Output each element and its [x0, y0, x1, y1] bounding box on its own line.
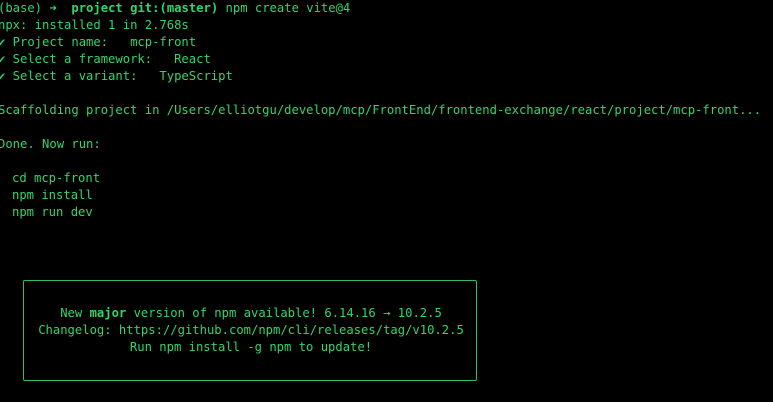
git-label: git:(: [130, 1, 167, 15]
changelog-link[interactable]: https://github.com/npm/cli/releases/tag/…: [119, 323, 464, 337]
npm-update-notice: New major version of npm available! 6.14…: [23, 280, 477, 381]
command-text: npm create vite@4: [225, 1, 351, 15]
notice-text: to update!: [291, 340, 373, 354]
notice-text: Run: [129, 340, 160, 354]
notice-changelog-line: Changelog: https://github.com/npm/cli/re…: [24, 322, 478, 339]
old-version: 6.14.16: [324, 306, 376, 320]
project-name-line: ✔ Project name: mcp-front: [0, 35, 197, 49]
new-version: 10.2.5: [397, 306, 442, 320]
git-close: ): [210, 1, 219, 15]
notice-major: major: [89, 306, 127, 320]
next-step-install: npm install: [12, 188, 93, 202]
conda-env: (base): [0, 1, 43, 15]
scaffolding-line: Scaffolding project in /Users/elliotgu/d…: [0, 103, 762, 117]
notice-update-line: Run npm install -g npm to update!: [24, 339, 478, 356]
notice-text: New: [60, 306, 90, 320]
changelog-label: Changelog:: [38, 323, 119, 337]
update-command: npm install -g npm: [159, 340, 292, 354]
framework-line: ✔ Select a framework: React: [0, 52, 211, 66]
prompt-arrow-icon: ➜: [49, 1, 57, 15]
notice-text: version of npm available!: [126, 306, 325, 320]
terminal-window[interactable]: (base) ➜ project git:(master) npm create…: [0, 0, 773, 402]
git-branch: master: [166, 1, 211, 15]
current-directory: project: [71, 1, 123, 15]
next-step-dev: npm run dev: [12, 205, 93, 219]
notice-version-line: New major version of npm available! 6.14…: [24, 305, 478, 322]
variant-line: ✔ Select a variant: TypeScript: [0, 69, 233, 83]
version-arrow-icon: →: [375, 306, 398, 320]
next-step-cd: cd mcp-front: [12, 171, 101, 185]
prompt-line: (base) ➜ project git:(master) npm create…: [0, 0, 350, 17]
npx-installed-line: npx: installed 1 in 2.768s: [0, 18, 189, 32]
done-line: Done. Now run:: [0, 137, 101, 151]
